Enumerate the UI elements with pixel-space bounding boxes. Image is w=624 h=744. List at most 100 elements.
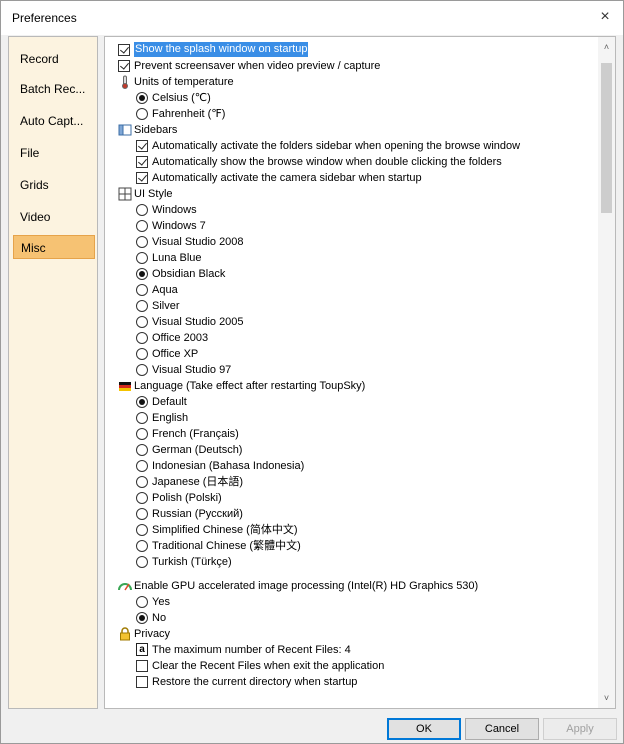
ui-style-heading: UI Style (118, 186, 598, 202)
option-browse-window[interactable]: Automatically show the browse window whe… (136, 154, 606, 170)
ui-style-option[interactable]: Visual Studio 2008 (136, 234, 436, 250)
sidebar-item-grids[interactable]: Grids (13, 173, 95, 197)
gpu-yes-label: Yes (152, 596, 170, 608)
language-radio[interactable] (136, 556, 148, 568)
ui-style-radio[interactable] (136, 316, 148, 328)
apply-button[interactable]: Apply (543, 718, 617, 740)
language-option[interactable]: Polish (Polski) (136, 490, 476, 506)
language-radio[interactable] (136, 460, 148, 472)
ui-style-option[interactable]: Silver (136, 298, 436, 314)
language-option[interactable]: English (136, 410, 476, 426)
gauge-icon (118, 583, 132, 591)
language-radio[interactable] (136, 428, 148, 440)
language-option[interactable]: Russian (Русский) (136, 506, 476, 522)
language-radio[interactable] (136, 508, 148, 520)
folders-sidebar-checkbox[interactable] (136, 140, 148, 152)
splash-checkbox[interactable] (118, 44, 130, 56)
ui-style-radio[interactable] (136, 268, 148, 280)
lock-icon (120, 627, 130, 641)
language-radio[interactable] (136, 492, 148, 504)
language-option[interactable]: French (Français) (136, 426, 476, 442)
ok-button[interactable]: OK (387, 718, 461, 740)
option-max-recent[interactable]: a The maximum number of Recent Files: 4 (136, 642, 556, 658)
language-label: Simplified Chinese (简体中文) (152, 524, 298, 536)
ui-style-radio[interactable] (136, 300, 148, 312)
ui-style-option[interactable]: Windows (136, 202, 436, 218)
language-heading-label: Language (Take effect after restarting T… (134, 380, 366, 392)
sidebar-item-batch-record[interactable]: Batch Rec... (13, 77, 95, 101)
sidebar-item-misc[interactable]: Misc (13, 235, 95, 259)
ui-style-radio[interactable] (136, 236, 148, 248)
browse-window-checkbox[interactable] (136, 156, 148, 168)
ui-style-radio[interactable] (136, 220, 148, 232)
language-radio[interactable] (136, 540, 148, 552)
sidebar-item-file[interactable]: File (13, 141, 95, 165)
ui-style-heading-label: UI Style (134, 188, 173, 200)
language-option[interactable]: Turkish (Türkçe) (136, 554, 476, 570)
sidebar-item-record[interactable]: Record (13, 47, 95, 71)
ui-style-option[interactable]: Office XP (136, 346, 436, 362)
gpu-option-yes[interactable]: Yes (136, 594, 336, 610)
language-radio[interactable] (136, 444, 148, 456)
gpu-heading: Enable GPU accelerated image processing … (118, 578, 598, 594)
ui-style-radio[interactable] (136, 252, 148, 264)
language-option[interactable]: Simplified Chinese (简体中文) (136, 522, 476, 538)
folders-sidebar-label: Automatically activate the folders sideb… (152, 140, 521, 152)
vertical-scrollbar[interactable]: ˄ ˅ (598, 37, 615, 708)
sidebar-item-video[interactable]: Video (13, 205, 95, 229)
option-clear-recent[interactable]: Clear the Recent Files when exit the app… (136, 658, 556, 674)
ui-style-radio[interactable] (136, 364, 148, 376)
ui-style-option[interactable]: Obsidian Black (136, 266, 436, 282)
language-option[interactable]: German (Deutsch) (136, 442, 476, 458)
camera-sidebar-checkbox[interactable] (136, 172, 148, 184)
ui-style-radio[interactable] (136, 204, 148, 216)
ui-style-option[interactable]: Visual Studio 97 (136, 362, 436, 378)
fahrenheit-radio[interactable] (136, 108, 148, 120)
ui-style-option[interactable]: Windows 7 (136, 218, 436, 234)
option-folders-sidebar[interactable]: Automatically activate the folders sideb… (136, 138, 606, 154)
option-splash[interactable]: Show the splash window on startup (118, 42, 598, 58)
ui-style-radio[interactable] (136, 348, 148, 360)
option-celsius[interactable]: Celsius (℃) (136, 90, 436, 106)
browse-window-label: Automatically show the browse window whe… (152, 156, 502, 168)
language-radio[interactable] (136, 476, 148, 488)
language-radio[interactable] (136, 396, 148, 408)
language-option[interactable]: Japanese (日本語) (136, 474, 476, 490)
restore-dir-checkbox[interactable] (136, 676, 148, 688)
scroll-down-icon[interactable]: ˅ (598, 690, 615, 706)
ui-style-radio[interactable] (136, 284, 148, 296)
cancel-button[interactable]: Cancel (465, 718, 539, 740)
gpu-yes-radio[interactable] (136, 596, 148, 608)
sidebar-item-auto-capture[interactable]: Auto Capt... (13, 109, 95, 133)
option-restore-dir[interactable]: Restore the current directory when start… (136, 674, 556, 690)
option-fahrenheit[interactable]: Fahrenheit (℉) (136, 106, 436, 122)
celsius-radio[interactable] (136, 92, 148, 104)
gpu-no-radio[interactable] (136, 612, 148, 624)
scroll-up-icon[interactable]: ˄ (598, 39, 615, 55)
ui-style-option[interactable]: Visual Studio 2005 (136, 314, 436, 330)
language-option[interactable]: Indonesian (Bahasa Indonesia) (136, 458, 476, 474)
language-radio[interactable] (136, 412, 148, 424)
option-screensaver[interactable]: Prevent screensaver when video preview /… (118, 58, 598, 74)
title-bar: Preferences × (1, 1, 623, 35)
grid-layout-icon (118, 187, 132, 201)
language-radio[interactable] (136, 524, 148, 536)
ui-style-option[interactable]: Office 2003 (136, 330, 436, 346)
ui-style-option[interactable]: Luna Blue (136, 250, 436, 266)
language-label: French (Français) (152, 428, 239, 440)
max-recent-label: The maximum number of Recent Files: 4 (152, 644, 351, 656)
scroll-thumb[interactable] (601, 63, 612, 213)
clear-recent-checkbox[interactable] (136, 660, 148, 672)
gpu-option-no[interactable]: No (136, 610, 336, 626)
ui-style-label: Silver (152, 300, 180, 312)
ui-style-option[interactable]: Aqua (136, 282, 436, 298)
option-camera-sidebar[interactable]: Automatically activate the camera sideba… (136, 170, 606, 186)
screensaver-checkbox[interactable] (118, 60, 130, 72)
language-label: English (152, 412, 189, 424)
preferences-dialog: Preferences × Record Batch Rec... Auto C… (0, 0, 624, 744)
language-option[interactable]: Traditional Chinese (繁體中文) (136, 538, 476, 554)
language-option[interactable]: Default (136, 394, 476, 410)
ui-style-radio[interactable] (136, 332, 148, 344)
close-icon[interactable]: × (595, 7, 615, 27)
sidebar-icon (118, 124, 132, 136)
